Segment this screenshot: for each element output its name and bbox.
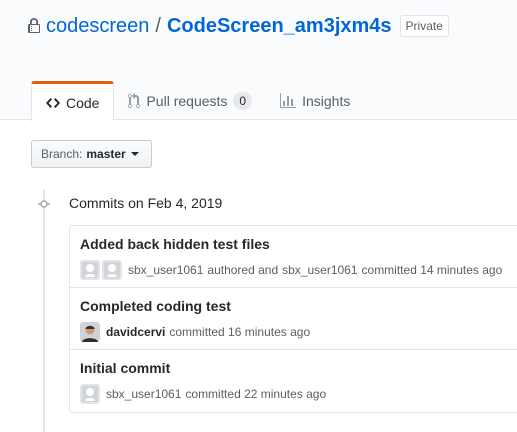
commit-author-link[interactable]: davidcervi <box>106 325 165 339</box>
commit-meta: sbx_user1061 authored and sbx_user1061 c… <box>80 260 502 280</box>
commit-time-text: committed 22 minutes ago <box>185 387 327 401</box>
commit-item: Initial commit sbx_user1061 committed 22… <box>70 350 517 412</box>
identicon-avatar[interactable] <box>102 260 122 280</box>
commit-time-text: committed 14 minutes ago <box>361 263 503 277</box>
commit-title-link[interactable]: Completed coding test <box>80 298 231 314</box>
commit-author-link[interactable]: sbx_user1061 <box>128 263 203 277</box>
commit-list: Added back hidden test files sbx_user106… <box>69 225 517 413</box>
branch-select-button[interactable]: Branch: master <box>31 140 152 168</box>
repo-header: codescreen / CodeScreen_am3jxm4s Private… <box>0 0 517 121</box>
commit-title-link[interactable]: Added back hidden test files <box>80 236 270 252</box>
commit-item: Added back hidden test files sbx_user106… <box>70 226 517 288</box>
identicon-avatar[interactable] <box>80 384 100 404</box>
code-icon <box>46 97 60 108</box>
git-commit-icon <box>38 200 50 208</box>
identicon-avatar[interactable] <box>80 260 100 280</box>
git-pull-request-icon <box>128 92 141 108</box>
tab-pull-requests-label: Pull requests <box>146 92 228 109</box>
tab-code-label: Code <box>66 94 100 111</box>
lock-icon <box>28 18 40 33</box>
pull-requests-count: 0 <box>233 91 253 110</box>
commit-time-text: committed 16 minutes ago <box>169 325 311 339</box>
commit-meta: sbx_user1061 committed 22 minutes ago <box>80 384 326 404</box>
commit-committer-link[interactable]: sbx_user1061 <box>282 263 357 277</box>
repo-nav-tabs: Code Pull requests 0 Insights <box>31 81 364 121</box>
repo-owner-link[interactable]: codescreen <box>46 15 149 38</box>
branch-label: Branch: <box>41 147 83 161</box>
private-badge: Private <box>399 15 449 37</box>
commit-title-link[interactable]: Initial commit <box>80 360 170 376</box>
user-avatar[interactable] <box>80 322 100 342</box>
commits-date-heading: Commits on Feb 4, 2019 <box>69 195 223 211</box>
commit-item: Completed coding test davidcervi committ… <box>70 288 517 350</box>
timeline-line <box>43 190 45 432</box>
commit-meta: davidcervi committed 16 minutes ago <box>80 322 310 342</box>
tab-insights-label: Insights <box>302 92 351 109</box>
authored-text: authored and <box>207 263 279 277</box>
commit-author-link[interactable]: sbx_user1061 <box>106 387 181 401</box>
dropdown-caret-icon <box>130 152 139 156</box>
tab-pull-requests[interactable]: Pull requests 0 <box>114 81 266 120</box>
graph-icon <box>280 92 297 108</box>
tab-insights[interactable]: Insights <box>266 81 364 120</box>
repo-title: codescreen / CodeScreen_am3jxm4s Private <box>28 12 449 40</box>
repo-name-link[interactable]: CodeScreen_am3jxm4s <box>167 15 392 38</box>
tab-code[interactable]: Code <box>31 81 115 121</box>
branch-value: master <box>86 147 126 161</box>
path-separator: / <box>155 14 161 37</box>
